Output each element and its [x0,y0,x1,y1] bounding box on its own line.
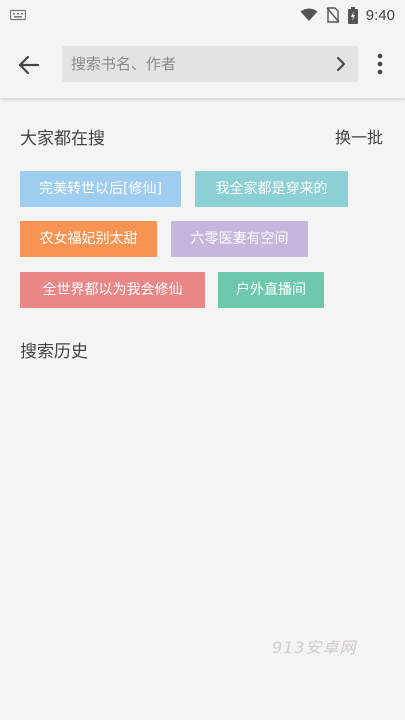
hot-tag[interactable]: 六零医妻有空间 [171,221,308,257]
battery-icon [347,6,358,24]
search-history-title: 搜索历史 [20,342,88,362]
hot-tag[interactable]: 全世界都以为我会修仙 [20,272,205,308]
back-button[interactable] [12,48,46,82]
wifi-icon [300,8,318,22]
hot-tag[interactable]: 我全家都是穿来的 [195,171,348,207]
status-bar: 9:40 [0,0,405,30]
hot-tag[interactable]: 农女福妃别太甜 [20,221,157,257]
search-go-button[interactable] [332,55,350,73]
arrow-left-icon [18,55,40,75]
no-sim-icon [326,7,340,23]
search-app-bar [0,30,405,98]
chevron-right-icon [337,57,345,71]
more-vertical-icon [377,53,383,75]
hot-searches-title: 大家都在搜 [20,129,105,149]
hot-tag[interactable]: 户外直播间 [218,272,324,308]
keyboard-icon [10,9,26,21]
watermark: 913安卓网 [272,638,357,657]
search-box [62,46,358,82]
search-input[interactable] [62,46,322,82]
clock-time: 9:40 [365,6,395,24]
more-options-button[interactable] [370,51,390,77]
hot-tag[interactable]: 完美转世以后[修仙] [20,171,181,207]
refresh-batch-button[interactable]: 换一批 [335,124,383,148]
